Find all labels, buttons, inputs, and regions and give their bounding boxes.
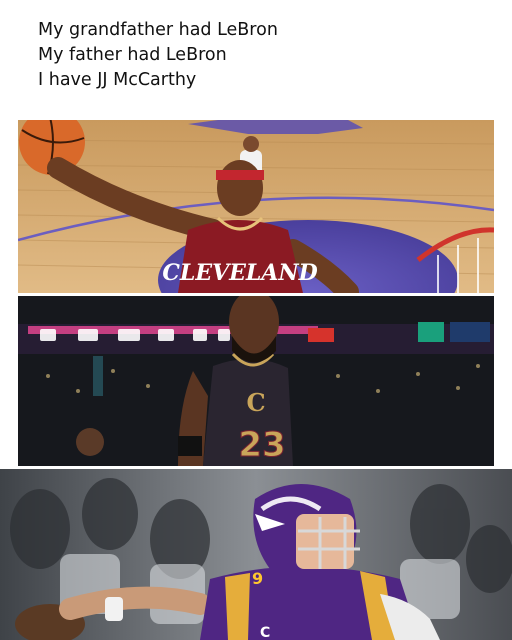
- caption-line-1: My grandfather had LeBron: [38, 20, 278, 40]
- photo-jj-mccarthy-art: C 9: [0, 469, 512, 640]
- jersey-number: 23: [238, 425, 285, 465]
- meme-caption: My grandfather had LeBron My father had …: [38, 18, 478, 93]
- photo-lebron-older-art: C 23: [18, 296, 494, 466]
- jersey-number: 9: [252, 569, 263, 588]
- photo-lebron-older: C 23: [18, 296, 494, 466]
- caption-line-3: I have JJ McCarthy: [38, 70, 197, 90]
- caption-line-2: My father had LeBron: [38, 45, 227, 65]
- jersey-text: CLEVELAND: [162, 260, 317, 286]
- jersey-letter: C: [246, 388, 265, 417]
- captain-patch: C: [260, 625, 270, 640]
- photo-lebron-young-dunk: CLEVELAND: [18, 120, 494, 293]
- photo-lebron-young-dunk-art: CLEVELAND: [18, 120, 494, 293]
- photo-jj-mccarthy: C 9: [0, 469, 512, 640]
